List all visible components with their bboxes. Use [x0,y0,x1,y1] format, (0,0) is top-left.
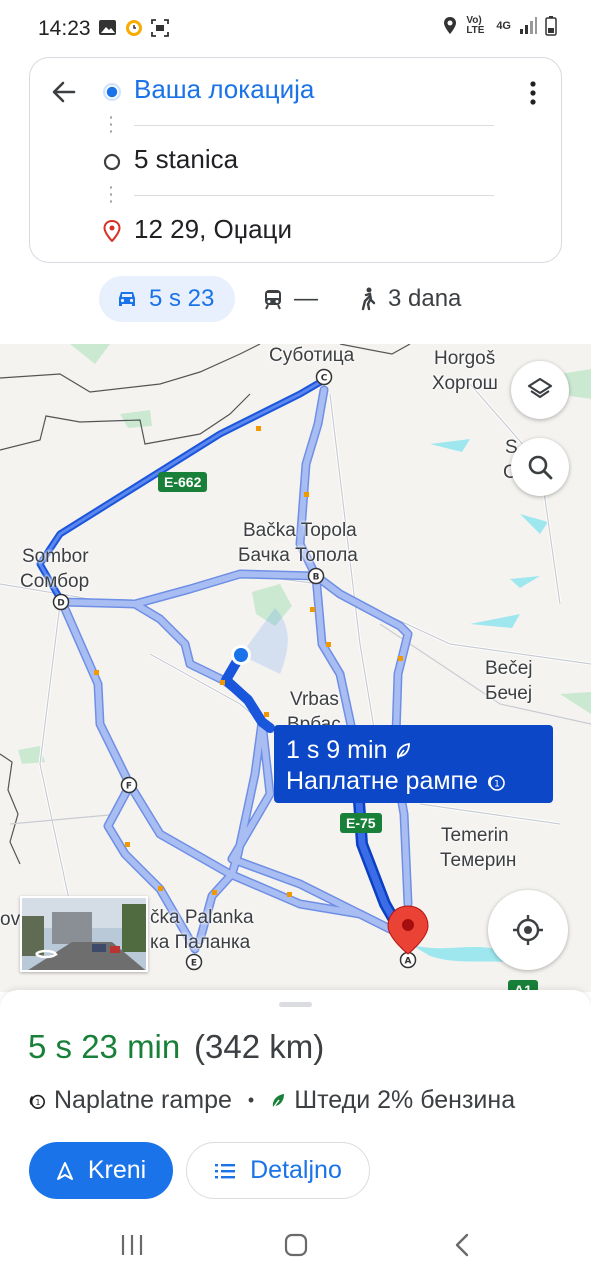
network-label: 4G [496,20,511,32]
city-label-palanka-cyr: ка Паланка [150,932,251,953]
travel-modes: 5 s 23 — 3 dana [0,276,591,322]
arrow-back-icon[interactable] [50,78,78,106]
origin-marker-icon [103,83,121,101]
driving-time: 5 s 23 [149,285,215,312]
svg-text:1: 1 [494,779,500,789]
origin-field[interactable]: Ваша локација [134,74,314,105]
svg-text:F: F [126,782,132,792]
street-view-image [22,898,146,970]
city-label-partial: ov [0,909,21,930]
route-distance: (342 km) [194,1028,325,1065]
svg-text:D: D [57,599,64,609]
recent-apps-icon[interactable] [119,1232,145,1258]
map-search-button[interactable] [511,438,569,496]
svg-text:A: A [405,957,412,967]
toll-icon: 1 [29,1094,46,1109]
mode-driving[interactable]: 5 s 23 [99,276,235,322]
city-label-horgos: Horgoš [434,348,496,369]
screenshot-icon [151,19,169,37]
city-label-sombor-cyr: Сомбор [20,571,90,592]
city-label-temerin: Temerin [441,825,509,846]
route-connector [110,114,112,136]
stop-marker-icon [103,153,121,171]
route-duration: 5 s 23 min [28,1028,181,1065]
alarm-icon [126,20,142,36]
city-label-backa-topola-cyr: Бачка Топола [238,545,358,566]
eco-leaf-icon [397,742,411,759]
route-callout[interactable]: 1 s 9 min Наплатне рампе 1 [274,725,553,803]
road-badge-e662: E-662 [158,472,208,492]
road-badge-e75: E-75 [340,813,382,833]
gallery-icon [99,20,116,35]
city-label-subotica: Суботица [269,345,355,366]
more-vert-icon[interactable] [529,80,537,106]
svg-text:B: B [313,573,320,583]
details-button[interactable]: Detaljno [186,1142,370,1199]
status-right: Vo) LTE 4G [442,16,557,36]
transit-time: — [294,285,318,312]
details-button-label: Detaljno [250,1156,342,1184]
status-bar: 14:23 Vo) LTE 4G [0,0,591,56]
route-info-row: 1 Naplatne rampe • Штеди 2% бензина [28,1086,515,1115]
car-icon [119,292,135,306]
stop-field[interactable]: 5 stanica [134,144,238,175]
back-nav-icon[interactable] [450,1232,476,1258]
train-icon [265,290,281,310]
walk-icon [361,287,376,311]
home-icon[interactable] [283,1232,309,1258]
location-icon [444,17,457,34]
start-button-label: Kreni [87,1156,147,1184]
walking-time: 3 dana [388,285,462,312]
fuel-savings-label: Штеди 2% бензина [294,1086,516,1114]
navigation-arrow-icon [56,1161,73,1180]
eco-leaf-icon [272,1093,285,1108]
city-label-sombor: Sombor [22,546,89,567]
search-icon [528,455,553,480]
route-connector [110,184,112,206]
city-label-temerin-cyr: Темерин [440,850,517,871]
toll-icon: 1 [487,774,505,791]
layers-icon [527,377,553,399]
city-label-vrbas-cyr: Врбас [287,714,341,725]
map-view[interactable]: C B D F E A Суботица Horgoš Хоргош S C B… [0,344,591,992]
destination-field[interactable]: 12 29, Оџаци [134,214,292,245]
mode-walking[interactable]: 3 dana [358,276,461,322]
system-nav-bar [0,1218,591,1280]
start-navigation-button[interactable]: Kreni [29,1142,173,1199]
city-label-vrbas: Vrbas [290,689,339,710]
svg-text:C: C [321,374,328,384]
list-icon [215,1163,236,1178]
sheet-drag-handle[interactable] [279,1002,312,1007]
svg-text:E: E [191,959,197,969]
separator [134,195,494,196]
my-location-icon [513,915,543,945]
layers-button[interactable] [511,361,569,419]
city-label-becej: Bečej [485,658,533,679]
mode-transit[interactable]: — [262,276,318,322]
status-time: 14:23 [38,17,91,40]
street-view-thumbnail[interactable] [20,896,148,972]
signal-icon [520,17,537,34]
destination-pin-icon [103,220,121,242]
city-label-horgos-cyr: Хоргош [432,373,498,394]
city-label-backa-topola: Bačka Topola [243,520,357,541]
my-location-button[interactable] [488,890,568,970]
callout-tolls: Наплатне рампе [286,767,478,795]
battery-icon [545,16,557,36]
info-separator: • [247,1090,255,1110]
separator [134,125,494,126]
directions-card: Ваша локација 5 stanica 12 29, Оџаци [29,57,562,263]
callout-time: 1 s 9 min [286,736,388,764]
svg-text:1: 1 [35,1097,40,1107]
city-label-becej-cyr: Бечеј [485,683,533,704]
city-label-palanka: čka Palanka [150,907,254,928]
volte-label: Vo) LTE [466,15,485,36]
tolls-label: Naplatne rampe [54,1086,232,1114]
